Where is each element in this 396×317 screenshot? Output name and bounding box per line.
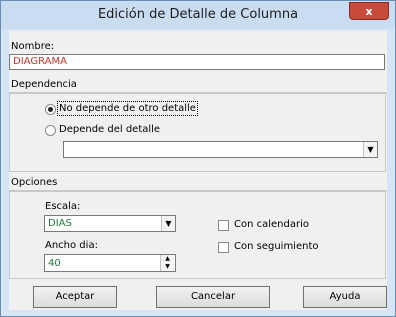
- ayuda-button[interactable]: Ayuda: [303, 286, 387, 308]
- escala-value: DIAS: [48, 218, 72, 229]
- ancho-value: 40: [48, 258, 61, 269]
- escala-label: Escala:: [45, 201, 81, 212]
- close-button[interactable]: x: [349, 2, 389, 20]
- dialog-window: Edición de Detalle de Columna x Nombre: …: [0, 0, 396, 317]
- title-bar[interactable]: Edición de Detalle de Columna x: [1, 1, 395, 29]
- nombre-input[interactable]: DIAGRAMA: [9, 54, 385, 70]
- no-depende-label[interactable]: No depende de otro detalle: [57, 101, 198, 116]
- no-depende-radio[interactable]: [45, 104, 56, 115]
- con-calendario-label[interactable]: Con calendario: [234, 219, 309, 230]
- no-depende-text: No depende de otro detalle: [59, 103, 196, 114]
- depende-text: Depende del detalle: [59, 124, 161, 135]
- stepper-down-icon[interactable]: ▼: [161, 263, 174, 271]
- depende-label[interactable]: Depende del detalle: [59, 124, 160, 135]
- stepper-buttons: ▲ ▼: [160, 255, 175, 271]
- aceptar-button[interactable]: Aceptar: [33, 286, 117, 308]
- opciones-group-label: Opciones: [11, 177, 58, 188]
- dialog-client-area: Nombre: DIAGRAMA Dependencia No depende …: [9, 31, 387, 310]
- depende-radio[interactable]: [45, 125, 56, 136]
- dependencia-group-label: Dependencia: [11, 79, 77, 90]
- con-calendario-checkbox[interactable]: [218, 220, 229, 231]
- escala-select[interactable]: DIAS ▼: [44, 215, 176, 232]
- chevron-down-icon[interactable]: ▼: [161, 216, 175, 231]
- nombre-label: Nombre:: [11, 41, 55, 52]
- cancelar-button[interactable]: Cancelar: [156, 286, 270, 308]
- chevron-down-icon[interactable]: ▼: [363, 142, 377, 157]
- ancho-label: Ancho dia:: [45, 240, 98, 251]
- detalle-select[interactable]: ▼: [63, 141, 378, 158]
- close-icon: x: [365, 5, 373, 18]
- con-seguimiento-label[interactable]: Con seguimiento: [234, 241, 319, 252]
- con-seguimiento-checkbox[interactable]: [218, 242, 229, 253]
- ancho-stepper[interactable]: 40 ▲ ▼: [44, 254, 176, 272]
- window-title: Edición de Detalle de Columna: [97, 7, 299, 22]
